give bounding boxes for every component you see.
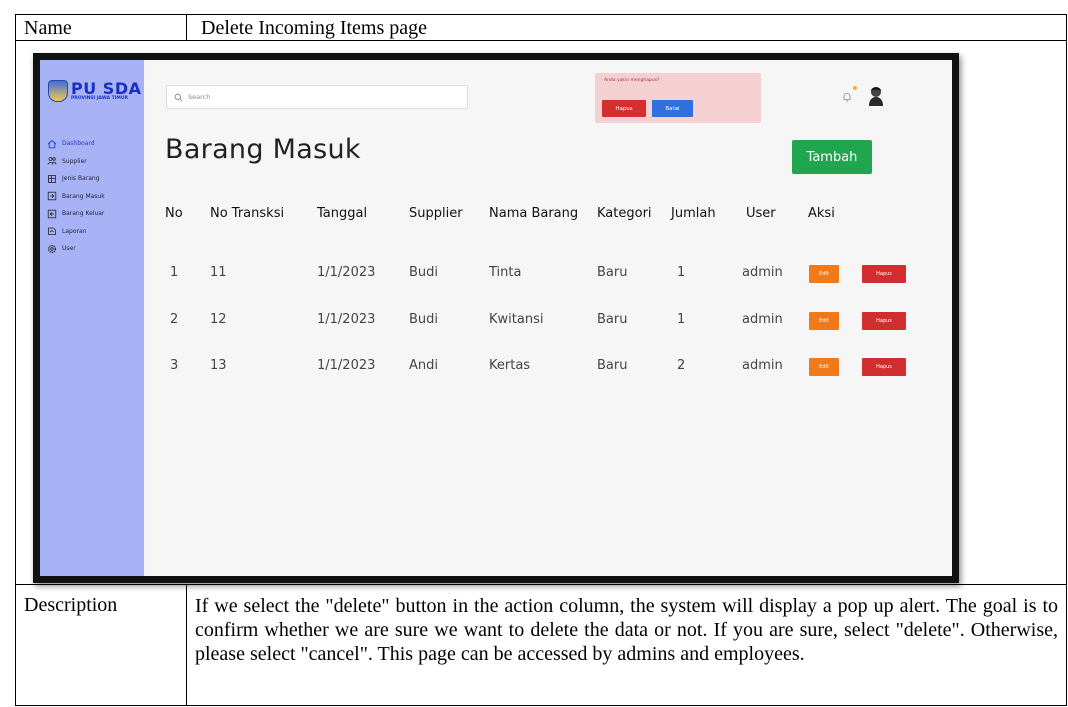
- cell-supplier: Andi: [409, 358, 438, 373]
- delete-confirm-popup: Anda yakin menghapus? Hapus Batal: [595, 73, 761, 123]
- popup-cancel-button[interactable]: Batal: [652, 100, 693, 117]
- column-header-jumlah: Jumlah: [671, 206, 716, 221]
- page-title: Barang Masuk: [165, 134, 361, 165]
- column-header-supplier: Supplier: [409, 206, 463, 221]
- popup-confirm-button[interactable]: Hapus: [602, 100, 646, 117]
- cell-no-transaksi: 13: [210, 358, 227, 373]
- cell-nama-barang: Kwitansi: [489, 312, 544, 327]
- sidebar-item-jenis-barang[interactable]: Jenis Barang: [47, 170, 143, 188]
- sidebar-menu: Dashboard Supplier Jenis Barang Barang M…: [47, 135, 143, 258]
- sidebar-item-dashboard[interactable]: Dashboard: [47, 135, 143, 153]
- home-icon: [47, 139, 57, 149]
- cell-no-transaksi: 12: [210, 312, 227, 327]
- cell-tanggal: 1/1/2023: [317, 312, 376, 327]
- popup-message: Anda yakin menghapus?: [604, 78, 660, 83]
- cell-jumlah: 1: [677, 265, 686, 280]
- cell-kategori: Baru: [597, 265, 628, 280]
- cell-jumlah: 2: [677, 358, 686, 373]
- column-header-kategori: Kategori: [597, 206, 652, 221]
- column-header-aksi: Aksi: [808, 206, 835, 221]
- box-icon: [47, 174, 57, 184]
- cell-supplier: Budi: [409, 312, 439, 327]
- sidebar-item-supplier[interactable]: Supplier: [47, 153, 143, 171]
- search-placeholder: Search: [188, 93, 211, 101]
- users-icon: [47, 156, 57, 166]
- cell-user: admin: [742, 265, 783, 280]
- cell-nama-barang: Kertas: [489, 358, 531, 373]
- sidebar-item-user[interactable]: User: [47, 240, 143, 258]
- avatar[interactable]: [866, 84, 886, 108]
- inbox-icon: [47, 191, 57, 201]
- cell-no: 3: [170, 358, 179, 373]
- cell-kategori: Baru: [597, 312, 628, 327]
- delete-button[interactable]: Hapus: [862, 265, 906, 283]
- cell-nama-barang: Tinta: [489, 265, 522, 280]
- cell-kategori: Baru: [597, 358, 628, 373]
- bell-icon[interactable]: [841, 91, 853, 103]
- cell-tanggal: 1/1/2023: [317, 265, 376, 280]
- report-icon: [47, 226, 57, 236]
- notification-dot: [853, 86, 857, 90]
- outbox-icon: [47, 209, 57, 219]
- gear-icon: [47, 244, 57, 254]
- name-value: Delete Incoming Items page: [186, 14, 1067, 41]
- name-label: Name: [15, 14, 187, 41]
- sidebar-item-label: Supplier: [62, 157, 87, 165]
- sidebar-item-laporan[interactable]: Laporan: [47, 223, 143, 241]
- sidebar-item-barang-keluar[interactable]: Barang Keluar: [47, 205, 143, 223]
- edit-button[interactable]: Edit: [809, 358, 839, 376]
- sidebar-item-label: Laporan: [62, 227, 87, 235]
- delete-button[interactable]: Hapus: [862, 358, 906, 376]
- sidebar-item-label: Barang Keluar: [62, 210, 105, 218]
- sidebar: PU SDA PROVINSI JAWA TIMUR Dashboard Sup…: [40, 60, 144, 576]
- sidebar-item-label: Dashboard: [62, 140, 95, 148]
- logo-title: PU SDA: [71, 78, 142, 98]
- delete-button[interactable]: Hapus: [862, 312, 906, 330]
- cell-jumlah: 1: [677, 312, 686, 327]
- edit-button[interactable]: Edit: [809, 312, 839, 330]
- column-header-user: User: [746, 206, 776, 221]
- cell-no: 2: [170, 312, 179, 327]
- column-header-no-transaksi: No Transksi: [210, 206, 285, 221]
- description-text: If we select the "delete" button in the …: [186, 584, 1067, 706]
- sidebar-item-label: Jenis Barang: [62, 175, 100, 183]
- column-header-nama-barang: Nama Barang: [489, 206, 579, 221]
- sidebar-item-barang-masuk[interactable]: Barang Masuk: [47, 188, 143, 206]
- cell-no-transaksi: 11: [210, 265, 227, 280]
- sidebar-item-label: Barang Masuk: [62, 192, 105, 200]
- add-button[interactable]: Tambah: [792, 140, 872, 174]
- cell-supplier: Budi: [409, 265, 439, 280]
- description-label: Description: [15, 584, 187, 706]
- cell-user: admin: [742, 312, 783, 327]
- app-screenshot: PU SDA PROVINSI JAWA TIMUR Dashboard Sup…: [33, 53, 959, 583]
- column-header-tanggal: Tanggal: [317, 206, 368, 221]
- sidebar-item-label: User: [62, 245, 76, 253]
- cell-user: admin: [742, 358, 783, 373]
- cell-no: 1: [170, 265, 179, 280]
- logo: PU SDA PROVINSI JAWA TIMUR: [48, 80, 141, 102]
- cell-tanggal: 1/1/2023: [317, 358, 376, 373]
- search-icon: [174, 93, 183, 101]
- edit-button[interactable]: Edit: [809, 265, 839, 283]
- search-input[interactable]: Search: [166, 85, 468, 109]
- emblem-icon: [48, 80, 68, 102]
- column-header-no: No: [165, 206, 183, 221]
